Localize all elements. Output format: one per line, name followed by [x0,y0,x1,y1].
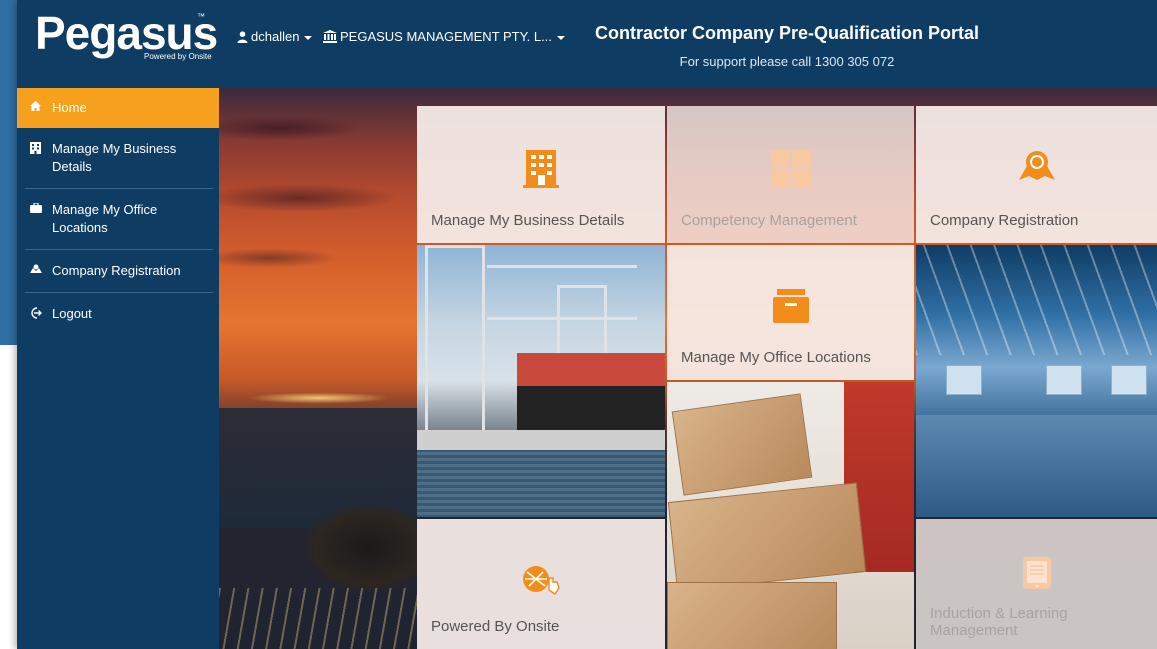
sidebar-item-label: Manage My Office Locations [52,202,158,235]
user-menu-dropdown[interactable]: dchallen [237,29,313,44]
sidebar-item-label: Manage My Business Details [52,141,177,174]
tablet-icon [1022,557,1051,594]
archive-box-icon [772,289,809,328]
tile-label: Manage My Business Details [431,212,625,229]
support-phone-text: For support please call 1300 305 072 [679,54,895,69]
sidebar-item-manage-office-locations[interactable]: Manage My Office Locations [17,189,219,249]
logout-icon [30,305,52,319]
sidebar-item-label: Company Registration [52,263,181,278]
chevron-down-icon [304,35,313,40]
sidebar-item-label: Logout [52,306,92,321]
logo-trademark: ™ [197,12,205,21]
tile-powered-by-onsite[interactable]: Powered By Onsite [417,519,665,649]
home-icon [30,99,52,111]
warehouse-photo [916,245,1157,517]
user-name: dchallen [251,29,300,44]
sidebar-item-label: Home [52,100,87,115]
top-header: Pegasus ™ Powered by Onsite dchallen PEG… [17,0,1157,88]
sidebar-item-manage-business-details[interactable]: Manage My Business Details [17,128,219,188]
organisation-name: PEGASUS MANAGEMENT PTY. L... [340,29,552,44]
port-photo [417,245,665,517]
sidebar-item-home[interactable]: Home [17,88,219,128]
tile-induction-learning-management[interactable]: Induction & Learning Management [916,519,1157,649]
tile-label: Competency Management [681,212,857,229]
tile-manage-business-details[interactable]: Manage My Business Details [417,106,665,243]
logo-text: Pegasus [35,7,218,59]
tile-label: Company Registration [930,212,1079,229]
tile-label: Induction & Learning Management [930,605,1068,639]
building-icon [30,140,52,154]
portal-title: Contractor Company Pre-Qualification Por… [594,23,980,43]
logo-subtitle: Powered by Onsite [144,52,212,61]
dashboard-tiles: Manage My Business Details Competency Ma… [400,106,1157,649]
boxes-photo [667,382,914,649]
sidebar-nav: Home Manage My Business Details Manage M… [17,88,219,649]
award-icon [1017,150,1057,187]
award-icon [30,262,52,273]
briefcase-icon [30,201,52,213]
tile-competency-management[interactable]: Competency Management [667,106,914,243]
user-icon [237,30,248,43]
organisation-menu-dropdown[interactable]: PEGASUS MANAGEMENT PTY. L... [323,29,565,44]
sidebar-item-company-registration[interactable]: Company Registration [17,250,219,292]
building-icon [523,150,559,193]
sidebar-item-logout[interactable]: Logout [17,293,219,335]
tile-company-registration[interactable]: Company Registration [916,106,1157,243]
grid-icon [770,150,811,193]
pegasus-logo[interactable]: Pegasus ™ Powered by Onsite [35,7,218,70]
onsite-logo-icon [521,564,561,601]
tile-label: Manage My Office Locations [681,349,871,366]
tile-manage-office-locations[interactable]: Manage My Office Locations [667,245,914,380]
tile-label: Powered By Onsite [431,618,560,635]
institution-icon [323,30,337,43]
